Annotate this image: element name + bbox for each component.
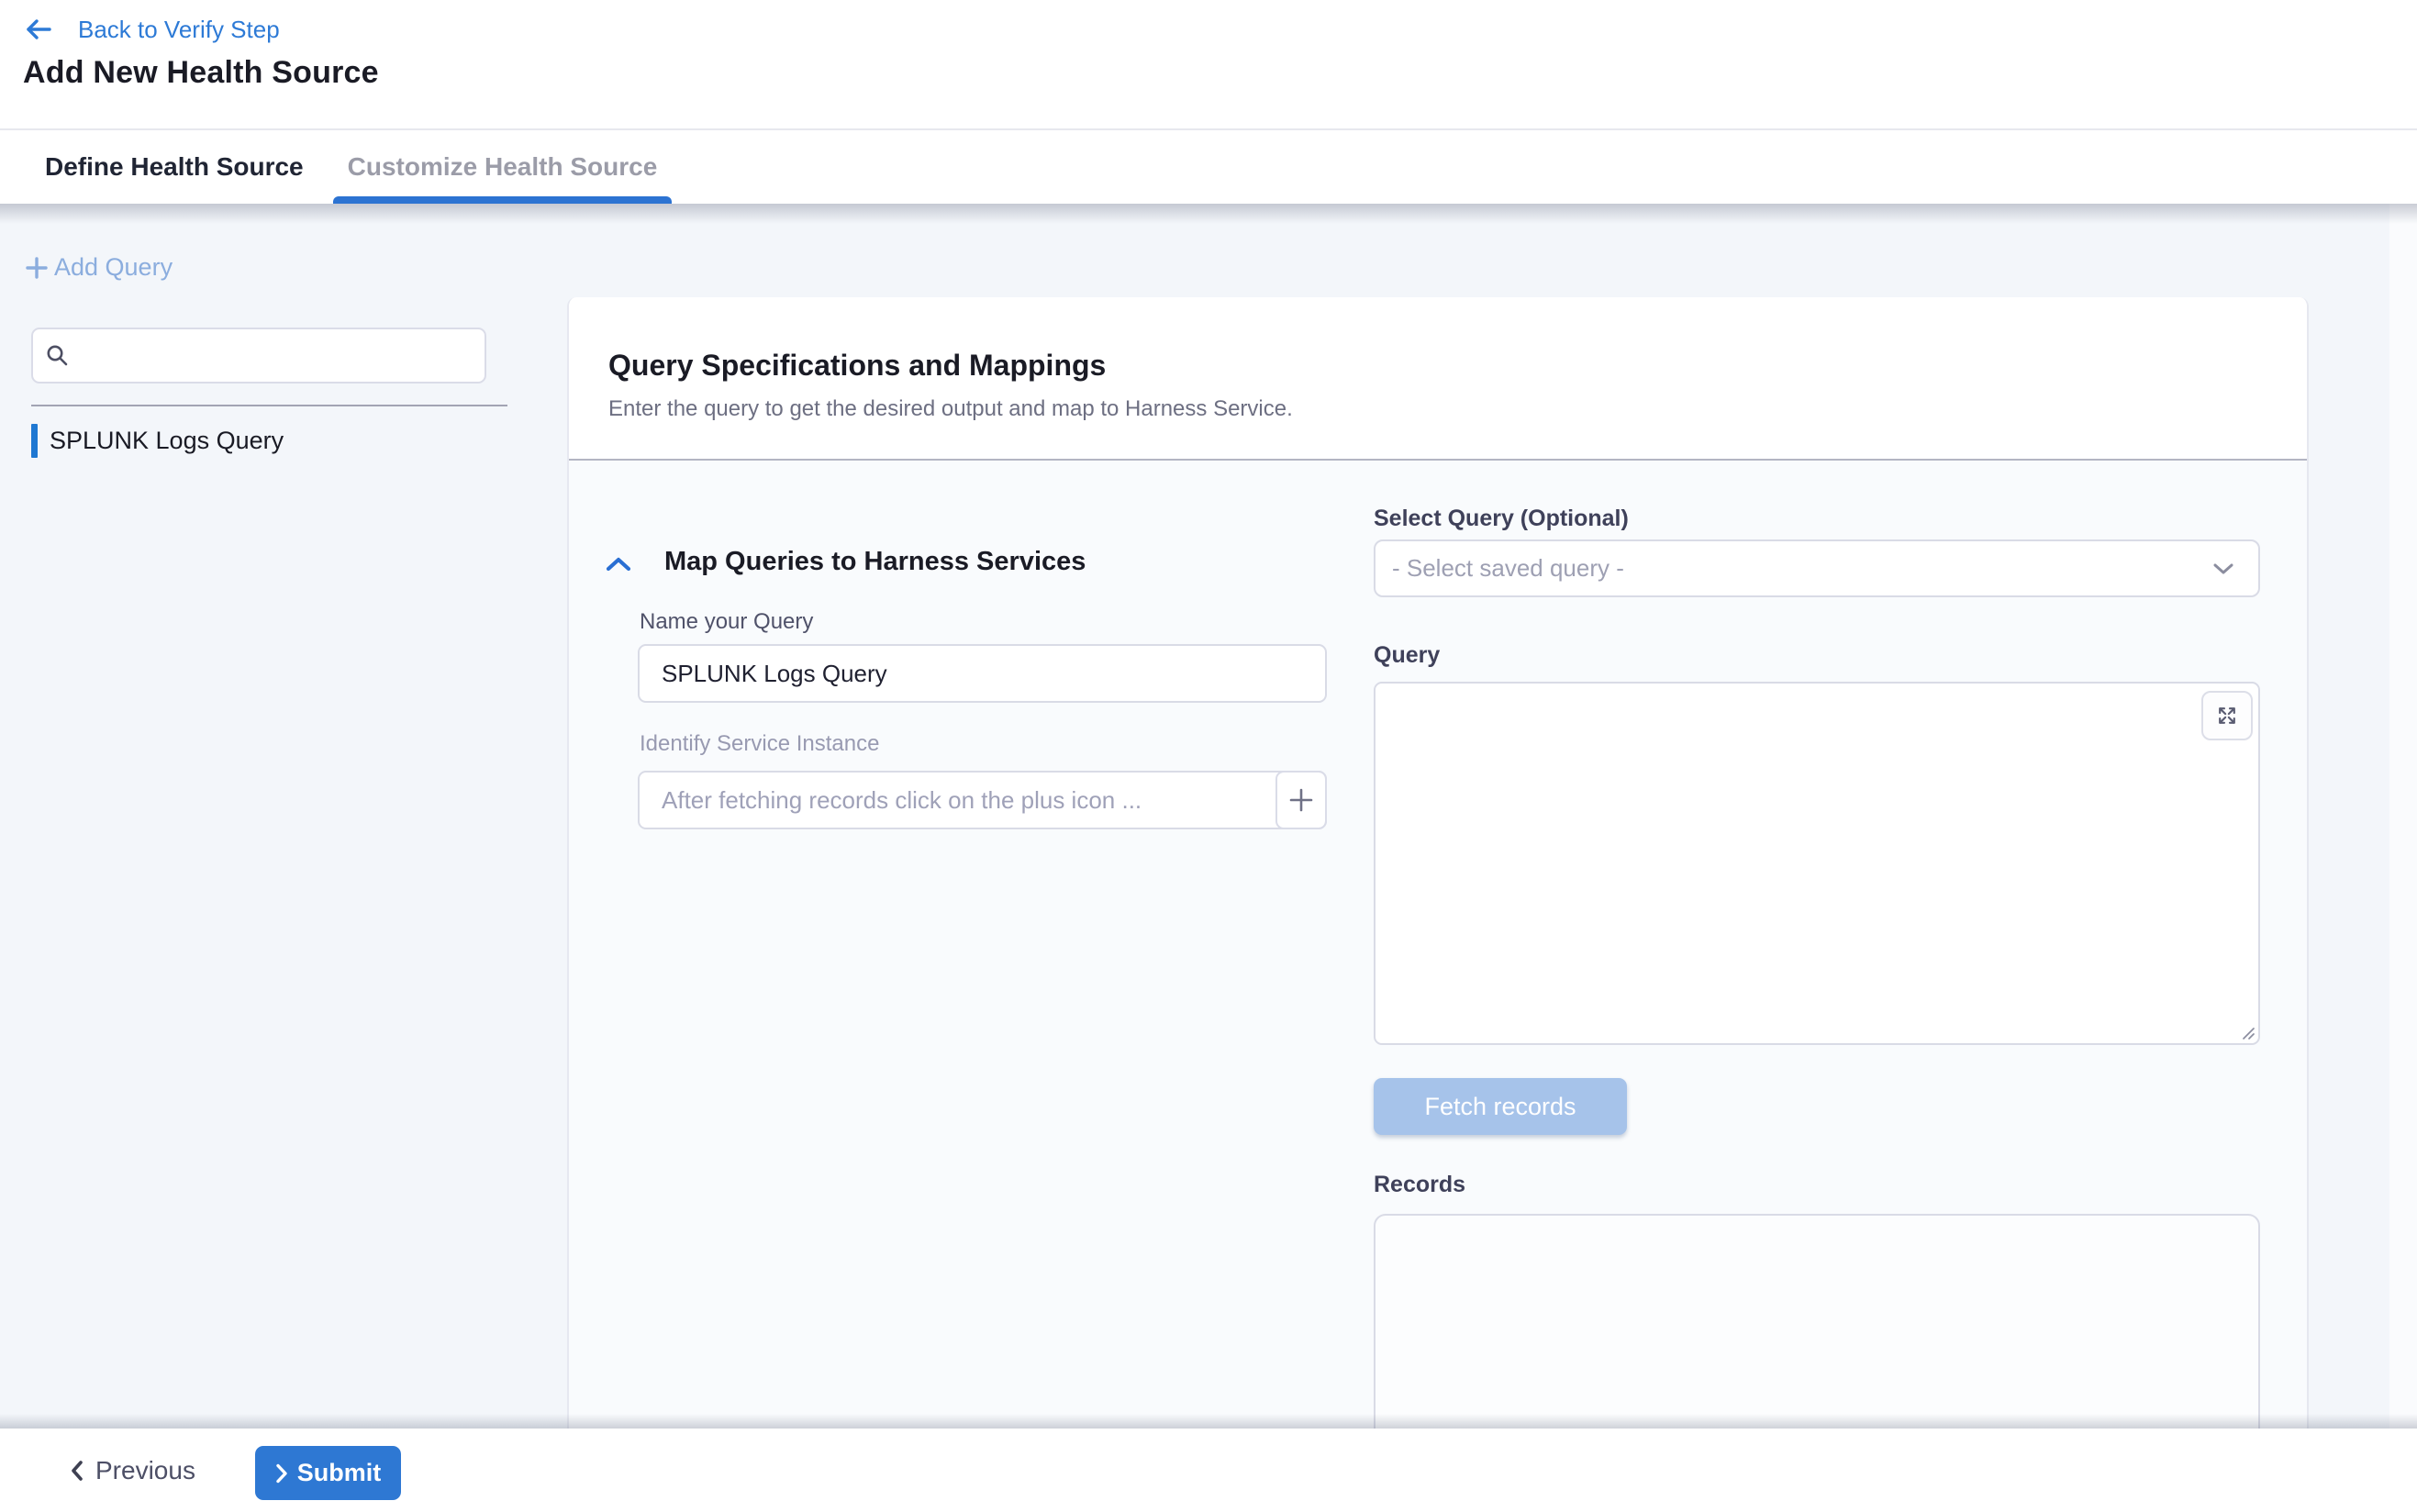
expand-query-button[interactable] <box>2201 691 2253 740</box>
query-textarea[interactable] <box>1374 682 2260 1045</box>
map-queries-section-toggle[interactable]: Map Queries to Harness Services <box>606 547 1086 577</box>
add-query-button[interactable]: Add Query <box>25 253 173 282</box>
search-icon <box>45 343 70 368</box>
service-instance-input[interactable] <box>638 771 1327 829</box>
service-instance-field <box>638 771 1327 829</box>
submit-button[interactable]: Submit <box>255 1446 401 1500</box>
add-query-label: Add Query <box>54 253 173 282</box>
query-editor <box>1374 682 2260 1045</box>
back-arrow-icon <box>25 18 52 40</box>
chevron-up-icon <box>606 556 631 573</box>
query-specifications-card: Query Specifications and Mappings Enter … <box>567 297 2309 1429</box>
submit-label: Submit <box>297 1459 382 1487</box>
fetch-records-button[interactable]: Fetch records <box>1374 1078 1627 1135</box>
content-area: Add Query SPLUNK Logs Query Query Specif… <box>0 204 2417 1429</box>
tab-customize-health-source[interactable]: Customize Health Source <box>333 130 673 204</box>
previous-label: Previous <box>95 1456 195 1485</box>
footer-action-bar: Previous Submit <box>0 1429 2417 1512</box>
query-name-input[interactable] <box>638 644 1327 703</box>
plus-icon <box>25 256 49 280</box>
selected-indicator-bar <box>31 424 38 458</box>
chevron-left-icon <box>70 1460 84 1482</box>
card-subtitle: Enter the query to get the desired outpu… <box>608 396 1293 422</box>
wizard-tabs: Define Health Source Customize Health So… <box>0 128 2417 204</box>
scrollbar-gutter[interactable] <box>2389 204 2417 1429</box>
back-to-verify-step-link[interactable]: Back to Verify Step <box>25 15 280 44</box>
select-query-label: Select Query (Optional) <box>1374 506 1629 532</box>
service-instance-plus-button[interactable] <box>1275 771 1327 829</box>
page-title: Add New Health Source <box>23 55 379 91</box>
query-search-input[interactable] <box>31 328 486 384</box>
records-label: Records <box>1374 1172 1465 1198</box>
query-search <box>31 328 486 384</box>
fullscreen-icon <box>2215 704 2239 728</box>
card-title: Query Specifications and Mappings <box>608 349 1106 383</box>
map-queries-section-title: Map Queries to Harness Services <box>664 547 1086 577</box>
back-link-label: Back to Verify Step <box>78 15 280 44</box>
resize-handle-icon[interactable] <box>2242 1027 2255 1040</box>
query-label: Query <box>1374 642 1440 669</box>
query-list-item-splunk-logs-query[interactable]: SPLUNK Logs Query <box>31 423 508 458</box>
records-panel <box>1374 1214 2260 1429</box>
tab-define-health-source[interactable]: Define Health Source <box>30 130 318 204</box>
saved-query-select[interactable]: - Select saved query - <box>1374 539 2260 597</box>
chevron-right-icon <box>275 1463 288 1484</box>
identify-service-instance-label: Identify Service Instance <box>640 731 879 757</box>
previous-button[interactable]: Previous <box>70 1449 195 1493</box>
sidebar-divider <box>31 405 507 406</box>
saved-query-select-value: - Select saved query - <box>1392 554 1624 583</box>
query-item-label: SPLUNK Logs Query <box>50 427 284 455</box>
plus-icon <box>1287 786 1315 814</box>
name-your-query-label: Name your Query <box>640 609 813 635</box>
card-header: Query Specifications and Mappings Enter … <box>569 297 2307 461</box>
page-header: Back to Verify Step Add New Health Sourc… <box>0 0 2417 128</box>
chevron-down-icon <box>2212 562 2234 575</box>
